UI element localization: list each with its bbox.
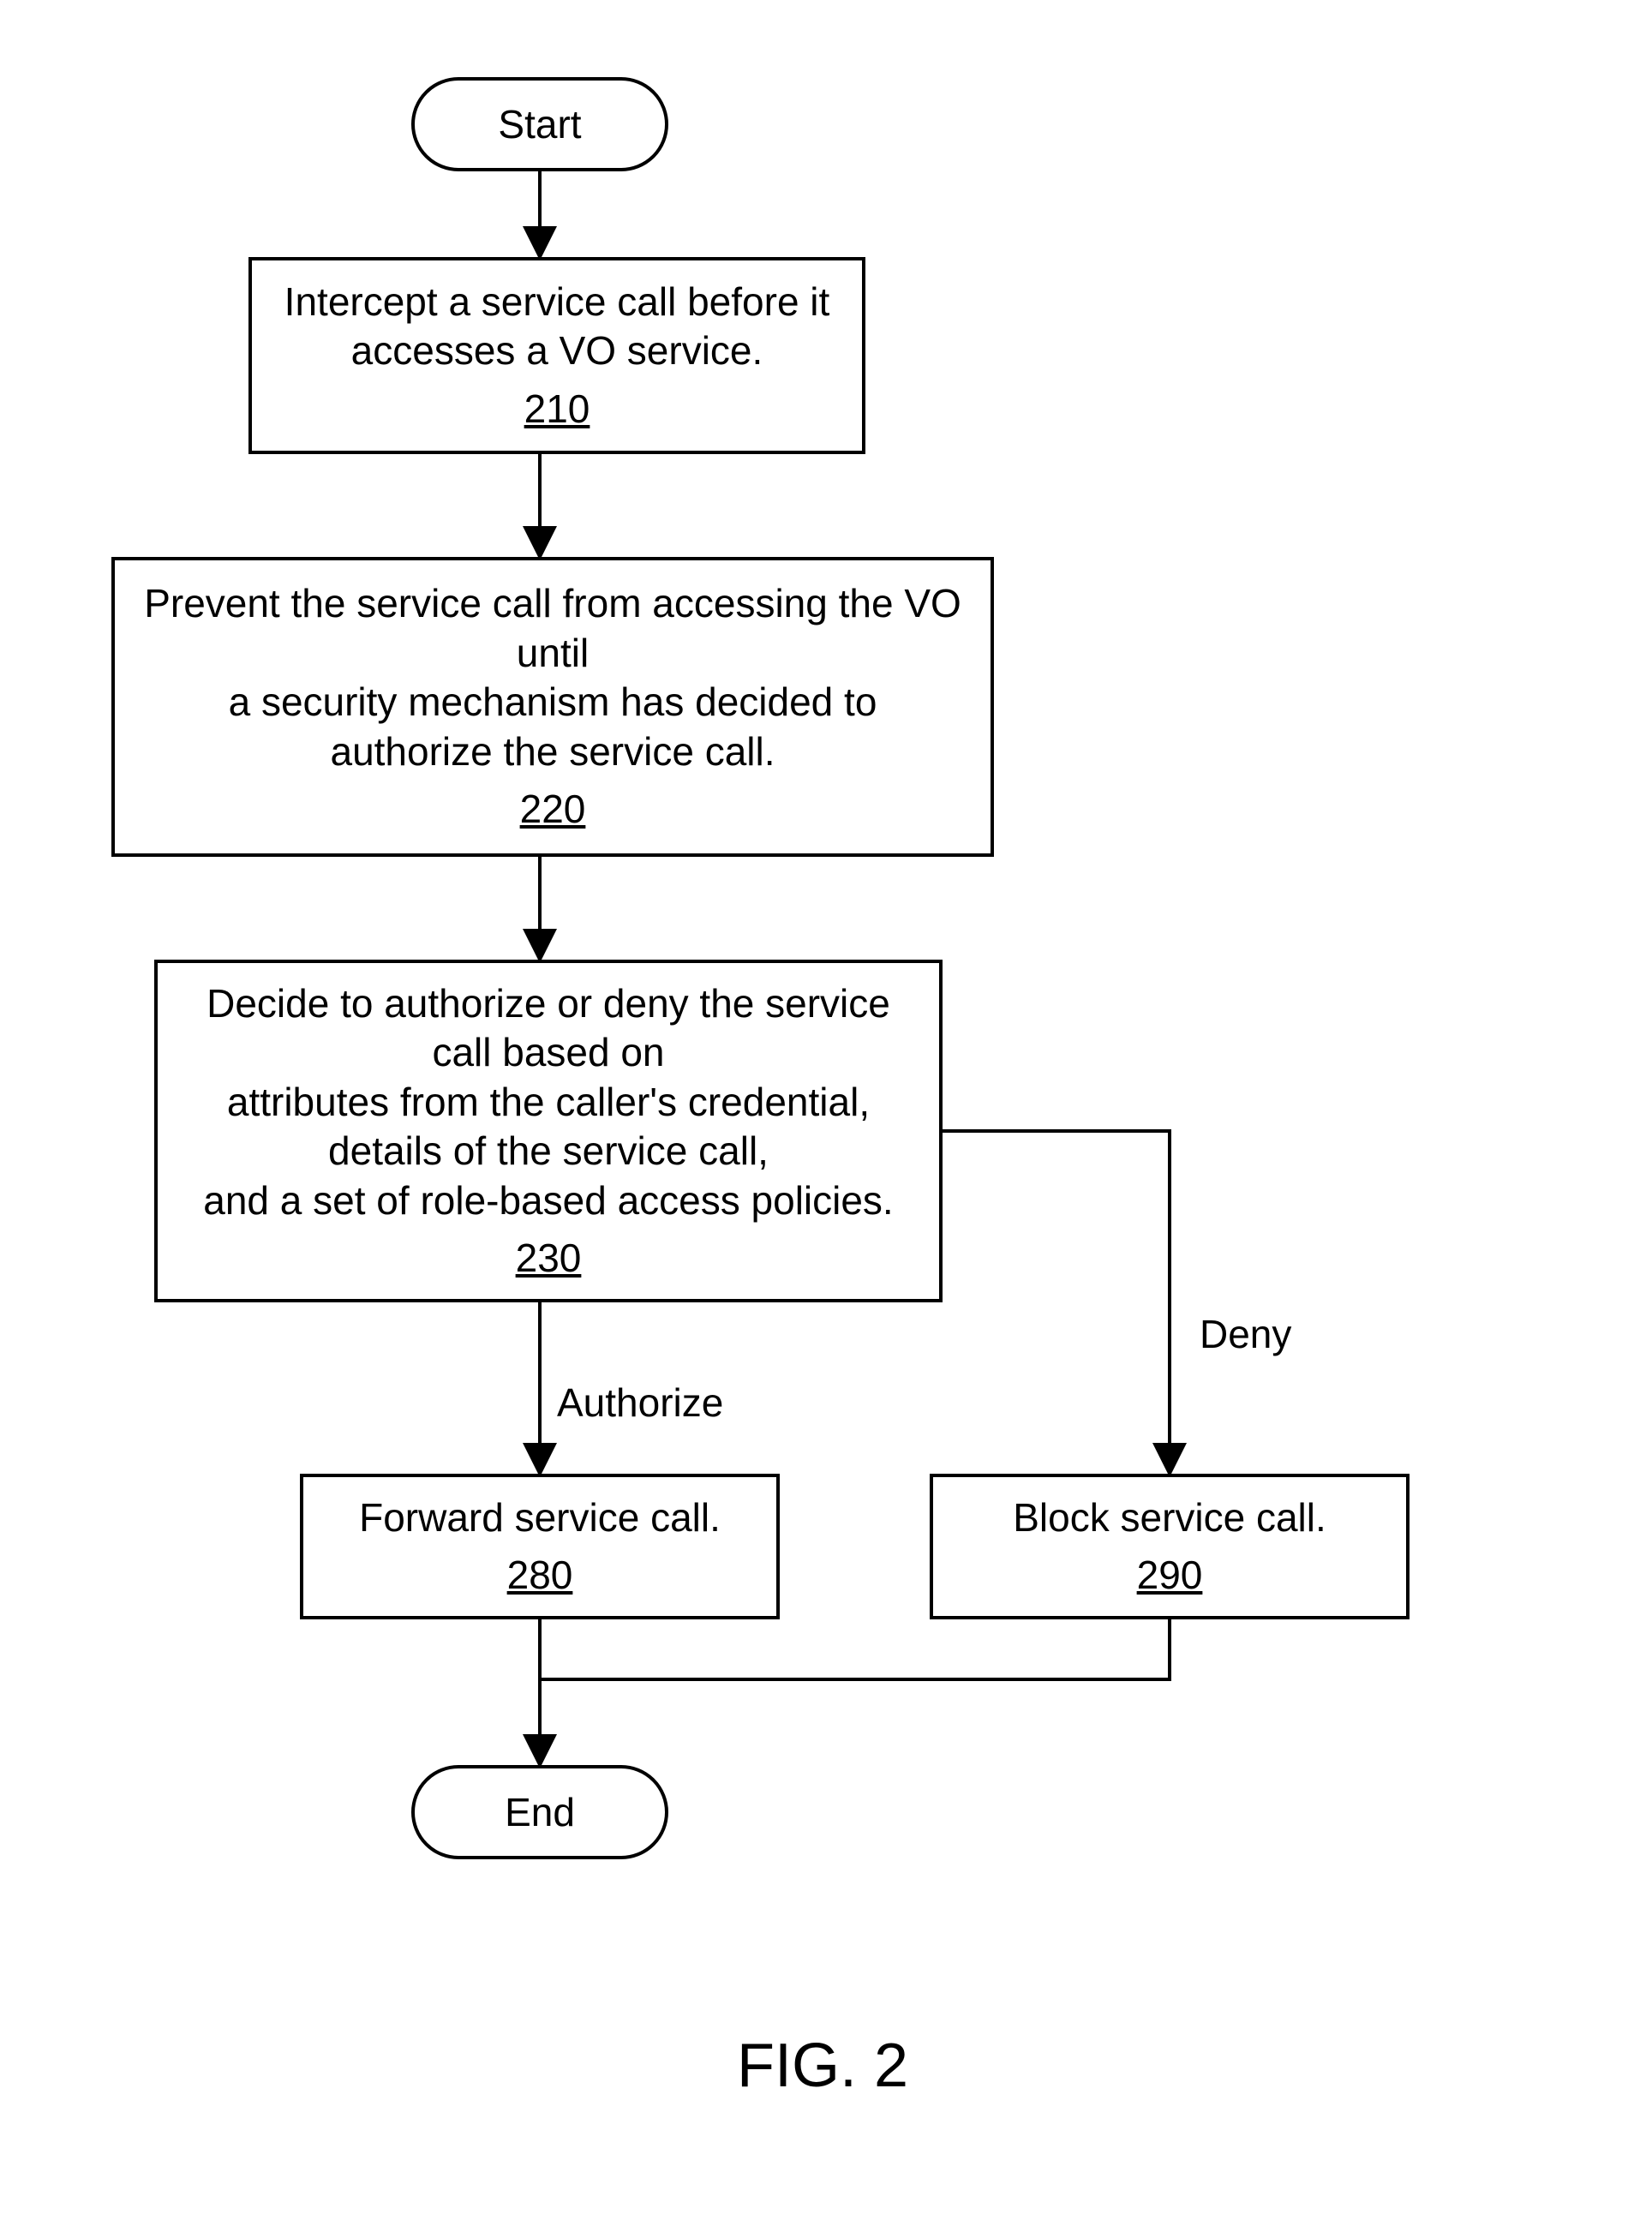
process-280: Forward service call. 280	[300, 1474, 780, 1619]
flowchart-canvas: Start End Intercept a service call befor…	[0, 0, 1652, 2232]
process-290: Block service call. 290	[930, 1474, 1410, 1619]
terminal-start: Start	[411, 77, 668, 171]
process-210-text: Intercept a service call before itaccess…	[284, 278, 830, 376]
process-210-ref: 210	[524, 385, 590, 434]
process-220-text: Prevent the service call from accessing …	[144, 579, 961, 776]
edge-label-deny: Deny	[1200, 1311, 1291, 1357]
terminal-end: End	[411, 1765, 668, 1859]
process-230: Decide to authorize or deny the servicec…	[154, 960, 943, 1302]
process-230-ref: 230	[516, 1234, 582, 1284]
process-230-text: Decide to authorize or deny the servicec…	[203, 979, 893, 1226]
terminal-start-label: Start	[498, 105, 581, 144]
edge-label-authorize: Authorize	[557, 1379, 723, 1426]
process-290-text: Block service call.	[1013, 1493, 1326, 1543]
terminal-end-label: End	[505, 1792, 575, 1832]
process-220-ref: 220	[520, 785, 586, 835]
figure-caption: FIG. 2	[651, 2031, 994, 2101]
process-280-text: Forward service call.	[359, 1493, 721, 1543]
process-210: Intercept a service call before itaccess…	[248, 257, 865, 454]
process-290-ref: 290	[1137, 1551, 1203, 1601]
process-280-ref: 280	[507, 1551, 573, 1601]
process-220: Prevent the service call from accessing …	[111, 557, 994, 857]
